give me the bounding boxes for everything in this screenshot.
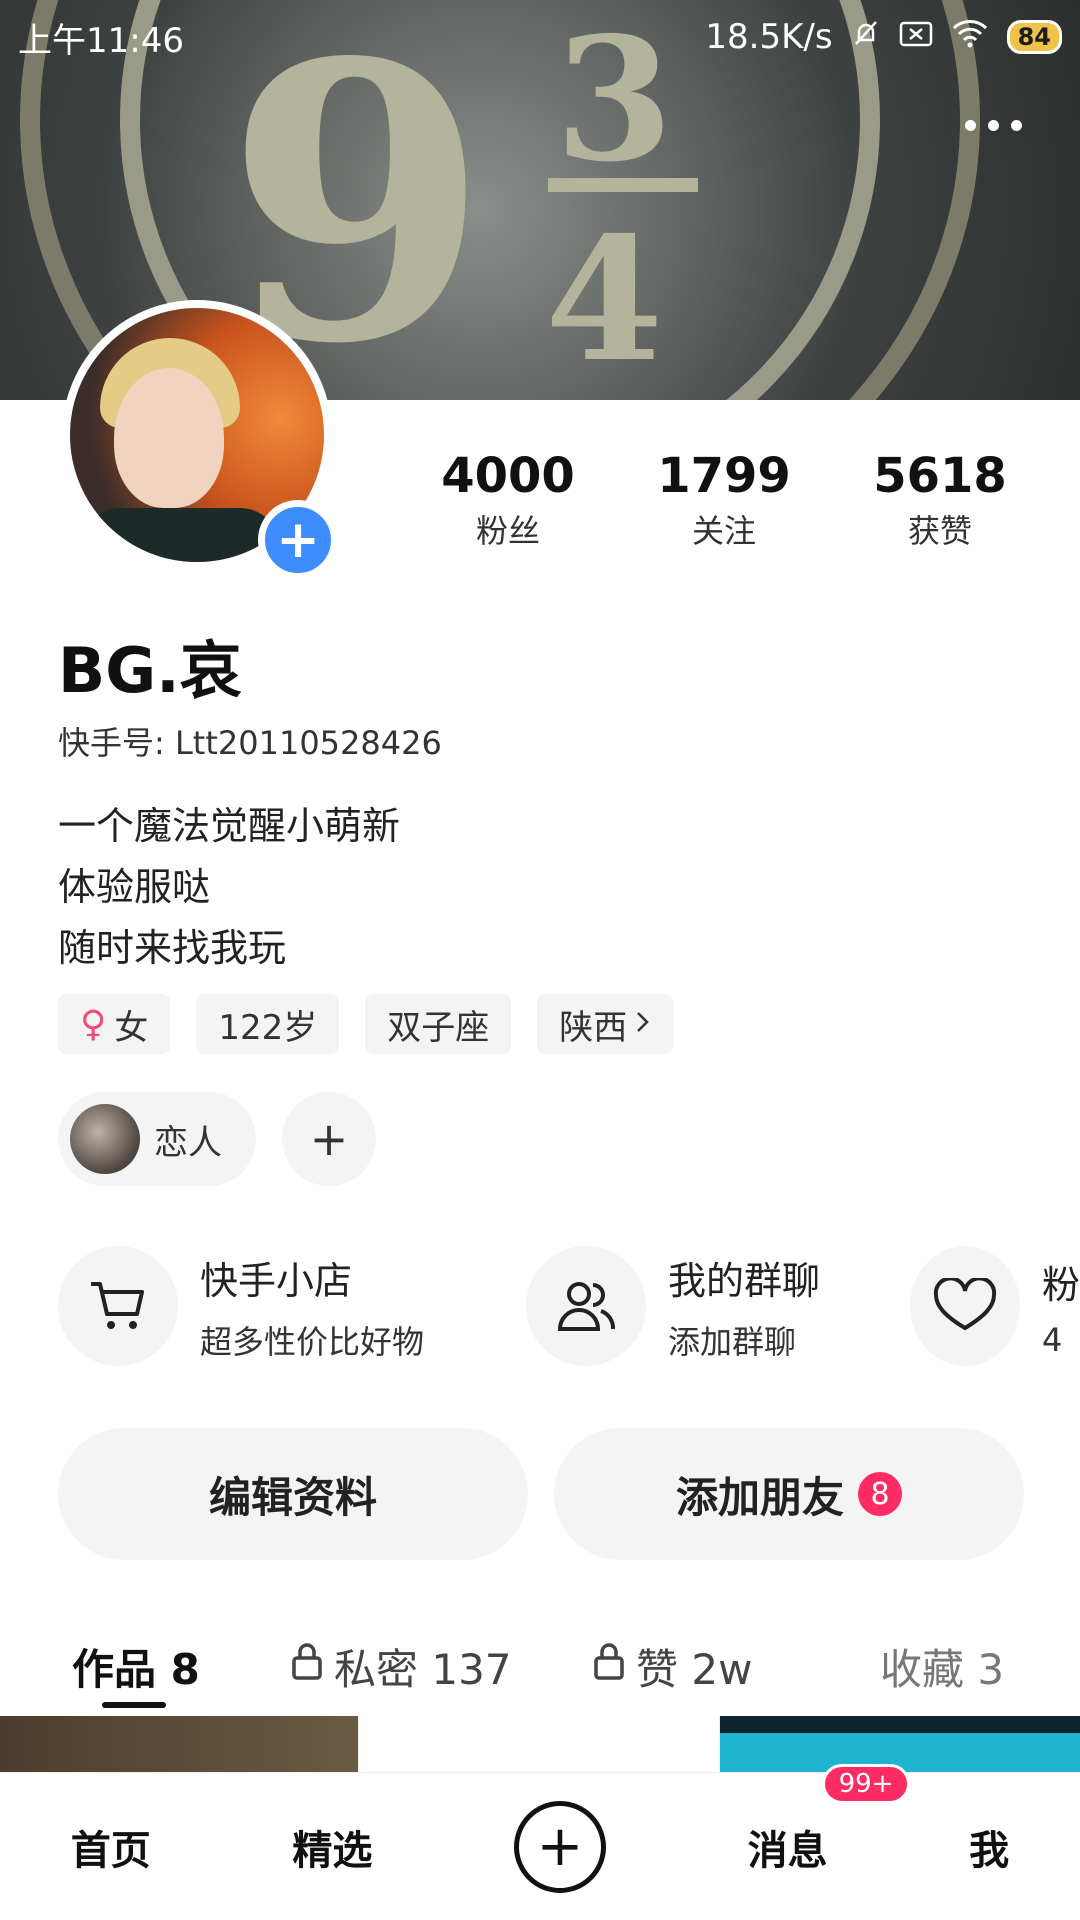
add-relation-button[interactable]: +	[282, 1092, 376, 1186]
cover-fraction-line	[548, 178, 698, 192]
content-tabs: 作品 8 私密 137 赞 2w 收藏 3	[0, 1620, 1080, 1712]
status-bar: 上午11:46 18.5K/s 84	[0, 0, 1080, 74]
nav-me[interactable]: 我	[969, 1818, 1009, 1876]
network-speed: 18.5K/s	[705, 17, 833, 57]
feature-group-chat[interactable]: 我的群聊 添加群聊	[526, 1246, 910, 1366]
feature-fans[interactable]: 粉 4	[910, 1246, 1080, 1366]
bio-line: 随时来找我玩	[58, 926, 287, 970]
group-chat-icon	[526, 1246, 646, 1366]
feature-title: 快手小店	[200, 1258, 353, 1303]
nav-messages[interactable]: 消息 99+	[747, 1763, 911, 1876]
work-thumbnail[interactable]	[720, 1716, 1080, 1772]
add-friend-label: 添加朋友	[675, 1472, 844, 1522]
kuaishou-id[interactable]: 快手号: Ltt20110528426	[58, 718, 442, 764]
nav-home[interactable]: 首页	[71, 1818, 151, 1876]
avatar-add-button[interactable]: +	[258, 500, 338, 580]
profile-tags: ♀ 女 122岁 双子座 陕西	[58, 994, 674, 1054]
works-grid	[0, 1716, 1080, 1772]
tab-works[interactable]: 作品 8	[72, 1636, 200, 1697]
cover-fraction-bottom: 4	[545, 200, 664, 400]
profile-bio: 一个魔法觉醒小萌新 体验服哒 随时来找我玩	[58, 796, 400, 979]
chevron-right-icon	[635, 1004, 651, 1044]
stat-likes[interactable]: 5618 获赞	[832, 448, 1048, 552]
stat-followers[interactable]: 4000 粉丝	[400, 448, 616, 552]
cart-icon	[58, 1246, 178, 1366]
tab-label: 作品 8	[72, 1644, 200, 1694]
edit-profile-label: 编辑资料	[208, 1472, 377, 1522]
more-options-button[interactable]	[965, 120, 1022, 131]
female-icon: ♀	[80, 1003, 107, 1045]
work-thumbnail[interactable]	[358, 1716, 720, 1772]
relation-lover[interactable]: 恋人	[58, 1092, 256, 1186]
lover-avatar	[70, 1104, 140, 1174]
feature-title: 我的群聊	[668, 1258, 821, 1303]
lock-icon	[290, 1641, 324, 1691]
tab-label: 赞 2w	[636, 1644, 753, 1694]
tag-location[interactable]: 陕西	[537, 994, 674, 1054]
tab-private[interactable]: 私密 137	[290, 1636, 512, 1697]
feature-shop[interactable]: 快手小店 超多性价比好物	[58, 1246, 526, 1366]
stat-number: 5618	[873, 448, 1007, 504]
tag-gender-label: 女	[114, 1007, 149, 1048]
bottom-navigation: 首页 精选 + 消息 99+ 我	[0, 1763, 1080, 1920]
battery-indicator: 84	[1006, 20, 1062, 54]
tag-location-label: 陕西	[559, 1007, 628, 1048]
dot-icon	[965, 120, 976, 131]
bio-line: 一个魔法觉醒小萌新	[58, 804, 401, 848]
stat-following[interactable]: 1799 关注	[616, 448, 832, 552]
profile-stats: 4000 粉丝 1799 关注 5618 获赞	[400, 448, 1048, 552]
stat-number: 4000	[441, 448, 575, 504]
action-buttons: 编辑资料 添加朋友 8	[58, 1428, 1024, 1560]
tab-label: 私密 137	[334, 1644, 512, 1694]
feature-title: 粉	[1041, 1262, 1080, 1307]
sim-icon	[899, 17, 933, 57]
lock-icon	[592, 1641, 626, 1691]
stat-label: 粉丝	[475, 512, 540, 550]
stat-number: 1799	[657, 448, 791, 504]
tag-gender: ♀ 女	[58, 994, 171, 1054]
nav-messages-label: 消息	[747, 1827, 828, 1874]
feature-subtitle: 添加群聊	[668, 1322, 797, 1361]
work-thumbnail[interactable]	[0, 1716, 358, 1772]
tab-favorites[interactable]: 收藏 3	[880, 1636, 1004, 1697]
status-time: 上午11:46	[18, 20, 184, 61]
tag-zodiac-label: 双子座	[387, 1007, 490, 1048]
tab-likes[interactable]: 赞 2w	[592, 1636, 752, 1697]
dot-icon	[1011, 120, 1022, 131]
relations-row: 恋人 +	[58, 1092, 376, 1186]
stat-label: 获赞	[907, 512, 972, 550]
wifi-icon	[951, 17, 989, 57]
tag-zodiac: 双子座	[365, 994, 512, 1054]
feature-subtitle: 超多性价比好物	[200, 1322, 425, 1361]
avatar-face	[114, 368, 224, 508]
stat-label: 关注	[691, 512, 756, 550]
create-post-button[interactable]: +	[513, 1800, 606, 1893]
add-friend-badge: 8	[858, 1472, 902, 1516]
avatar-coat	[80, 508, 280, 562]
tab-label: 收藏 3	[880, 1644, 1005, 1694]
active-tab-indicator	[102, 1702, 166, 1708]
profile-name: BG.哀	[58, 634, 242, 707]
mute-icon	[851, 17, 881, 57]
feature-subtitle: 4	[1041, 1320, 1063, 1359]
add-friend-button[interactable]: 添加朋友 8	[554, 1428, 1024, 1560]
dot-icon	[988, 120, 999, 131]
relation-label: 恋人	[154, 1122, 222, 1163]
heart-icon	[910, 1246, 1020, 1366]
status-indicators: 18.5K/s 84	[705, 17, 1062, 57]
messages-badge: 99+	[821, 1763, 911, 1804]
tag-age: 122岁	[196, 994, 340, 1054]
bio-line: 体验服哒	[58, 865, 211, 909]
tag-age-label: 122岁	[218, 1007, 318, 1048]
feature-row: 快手小店 超多性价比好物 我的群聊 添加群聊 粉 4	[58, 1246, 1080, 1366]
nav-featured[interactable]: 精选	[292, 1818, 372, 1876]
edit-profile-button[interactable]: 编辑资料	[58, 1428, 528, 1560]
